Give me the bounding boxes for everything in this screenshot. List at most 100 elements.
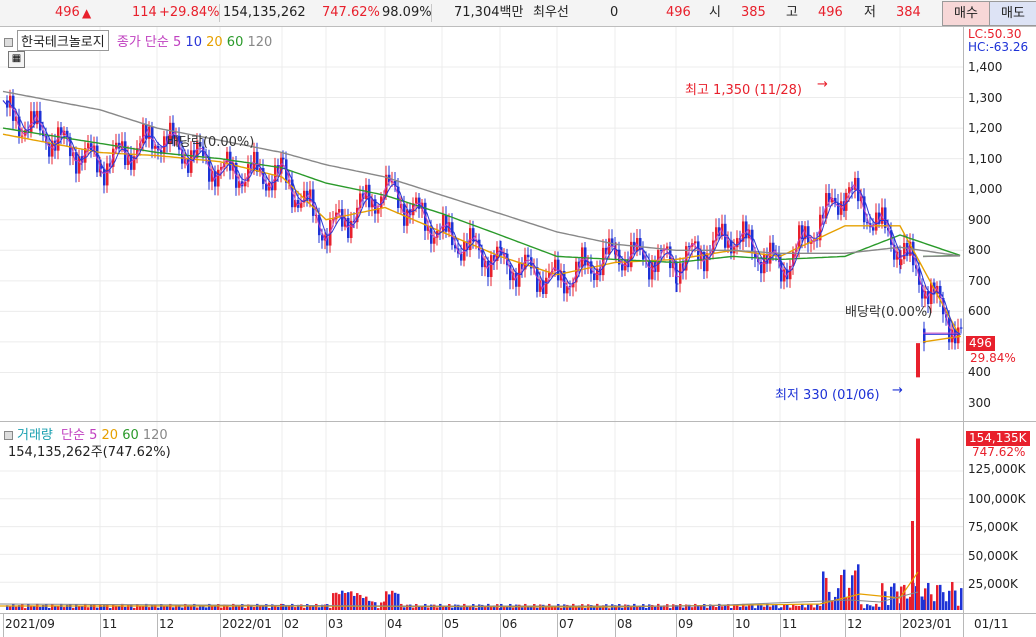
y-label: 600 [968,304,991,318]
volume-bar [560,607,563,610]
volume-bar [845,597,848,610]
grid-table-icon[interactable]: ▦ [8,51,25,68]
candle-body [282,157,285,160]
volume-bar [786,604,789,610]
candle-body [142,124,145,144]
volume-bar [911,521,914,610]
volume-bar [863,608,866,610]
volume-bar [906,598,909,610]
volume-bar [545,607,548,610]
volume-bar [93,604,96,610]
ma-120: 120 [247,35,273,50]
volume-bar [75,604,78,610]
volume-bar [69,604,72,610]
volume-bar [840,575,843,610]
volume-bar [810,604,813,610]
x-label: 02 [284,617,300,631]
volume-bar [124,606,127,610]
volume-bar [608,608,611,610]
ma-60: 60 [226,35,244,50]
candle-body [21,135,24,137]
volume-bar [353,595,356,610]
stock-name[interactable]: 한국테크놀로지 [17,30,109,51]
current-price-tag: 496 [966,336,995,351]
volume-bar [412,607,415,610]
y-label: 125,000K [968,462,1026,476]
volume-pane[interactable]: 거래량 단순 5 20 60 120 154,135,262주(747.62%)… [0,421,1036,614]
y-label: 1,100 [968,152,1003,166]
x-tick [100,614,101,637]
candle-body [87,143,90,149]
x-tick [326,614,327,637]
volume-bar [344,592,347,610]
divider [431,4,432,22]
volume-bar [415,603,418,610]
candle-body [415,197,418,204]
volume-bar [642,604,645,610]
x-label: 01/11 [974,617,1009,631]
volume-bar [109,608,112,610]
current-pct-tag: 29.84% [970,351,1016,365]
volume-bar [15,606,18,610]
x-label: 05 [444,617,460,631]
volume-bar [724,605,727,610]
ticker-bar: 496 ▲ 114 +29.84% 154,135,262 747.62% 98… [0,0,1036,27]
price-legend: 한국테크놀로지 종가 단순 5 10 20 60 120 [4,30,272,51]
volume-bar [33,606,36,610]
candle-body [39,110,42,131]
volume-info: 154,135,262주(747.62%) [8,445,171,460]
y-label: 50,000K [968,549,1018,563]
volume-bar [478,604,481,610]
x-label: 12 [847,617,863,631]
candle-body [106,163,109,186]
candle-body [903,243,906,260]
volume-bar [834,596,837,610]
x-label: 06 [502,617,518,631]
volume-bar [630,607,633,610]
x-tick [3,614,4,637]
legend-checkbox[interactable] [4,431,13,440]
volume-bar [36,603,39,610]
volume-bar [403,607,406,610]
open-price: 385 [741,5,766,20]
volume-bar [691,607,694,610]
sell-button[interactable]: 매도 [989,1,1036,26]
volume-bar [312,606,315,610]
up-arrow-icon: ▲ [82,6,92,20]
volume-bar [430,604,433,610]
volume-bar [57,606,60,610]
volume-bar [807,604,810,610]
buy-button[interactable]: 매수 [942,1,990,26]
divider [219,4,220,22]
volume-bar [860,604,863,610]
candle-body [676,283,679,285]
volume-bar [721,606,724,610]
x-tick [500,614,501,637]
price-pane[interactable]: 한국테크놀로지 종가 단순 5 10 20 60 120 ▦ LC:50.30 … [0,27,1036,421]
volume-bar [362,598,365,610]
volume-bar [48,607,51,610]
volume-bar [436,607,439,610]
volume-bar [831,600,834,610]
candle-body [593,273,596,281]
candle-body [900,259,903,266]
x-axis: 2021/09 11 12 2022/01 02 03 04 05 06 07 08 09 10 11 12… [0,613,1036,637]
volume-bar [679,604,682,610]
volume-bar [866,604,869,610]
legend-checkbox[interactable] [4,38,13,47]
volume-bar [672,604,675,610]
volume-bar [326,604,329,610]
volume-bar [939,584,942,610]
x-tick [733,614,734,637]
volume-bar [739,606,742,610]
volume-bar [377,608,380,610]
volume-bar [703,604,706,610]
candle-body [884,207,887,228]
arrow-right-icon: → [892,383,903,398]
volume-bar [825,577,828,610]
volume-bar [933,601,936,610]
volume-bar [157,607,160,610]
volume-bar [854,570,857,610]
candle-body [611,238,614,247]
last-candle [916,343,920,378]
